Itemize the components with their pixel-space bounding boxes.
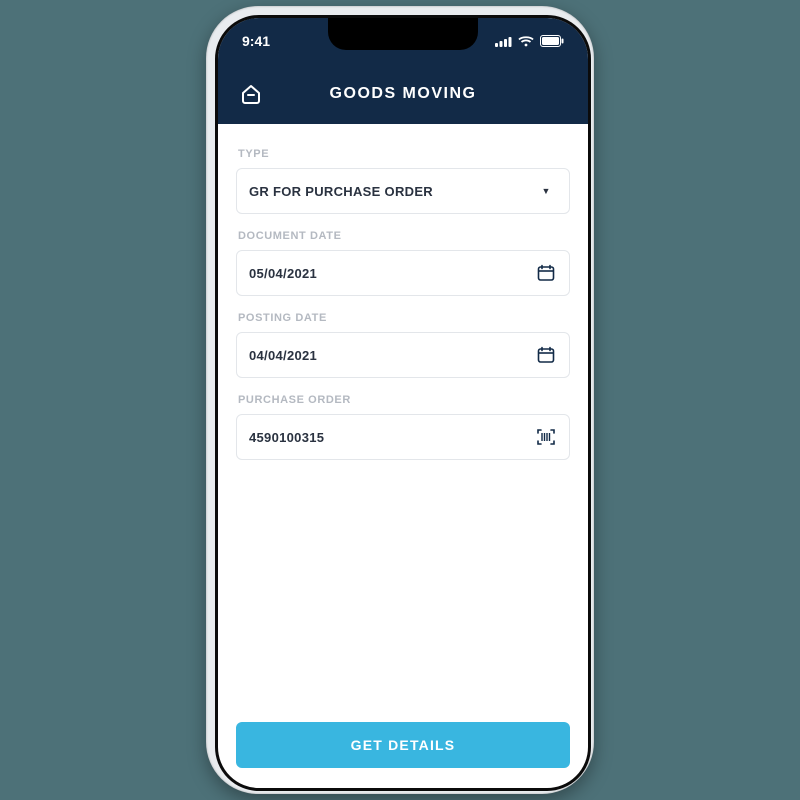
purchase-order-label: PURCHASE ORDER	[238, 394, 568, 406]
phone-notch	[328, 18, 478, 50]
form-content: TYPE GR FOR PURCHASE ORDER ▼ DOCUMENT DA…	[218, 124, 588, 710]
chevron-down-icon: ▼	[535, 180, 557, 202]
status-indicators	[495, 35, 564, 47]
posting-date-label: POSTING DATE	[238, 312, 568, 324]
document-date-label: DOCUMENT DATE	[238, 230, 568, 242]
purchase-order-value: 4590100315	[249, 430, 324, 445]
home-button[interactable]	[236, 79, 266, 109]
status-time: 9:41	[242, 33, 270, 49]
type-value: GR FOR PURCHASE ORDER	[249, 184, 433, 199]
phone-screen: 9:41 GOODS MOVING TYP	[215, 15, 591, 791]
posting-date-value: 04/04/2021	[249, 348, 317, 363]
get-details-button[interactable]: GET DETAILS	[236, 722, 570, 768]
cellular-icon	[495, 36, 512, 47]
calendar-icon	[535, 262, 557, 284]
battery-icon	[540, 35, 564, 47]
document-date-input[interactable]: 05/04/2021	[236, 250, 570, 296]
wifi-icon	[518, 36, 534, 47]
home-icon	[239, 82, 263, 106]
posting-date-input[interactable]: 04/04/2021	[236, 332, 570, 378]
barcode-scan-icon[interactable]	[535, 426, 557, 448]
type-label: TYPE	[238, 148, 568, 160]
type-select[interactable]: GR FOR PURCHASE ORDER ▼	[236, 168, 570, 214]
app-header: GOODS MOVING	[218, 64, 588, 124]
purchase-order-input[interactable]: 4590100315	[236, 414, 570, 460]
calendar-icon	[535, 344, 557, 366]
phone-frame: 9:41 GOODS MOVING TYP	[206, 6, 594, 794]
page-title: GOODS MOVING	[330, 85, 477, 103]
footer: GET DETAILS	[218, 710, 588, 788]
document-date-value: 05/04/2021	[249, 266, 317, 281]
